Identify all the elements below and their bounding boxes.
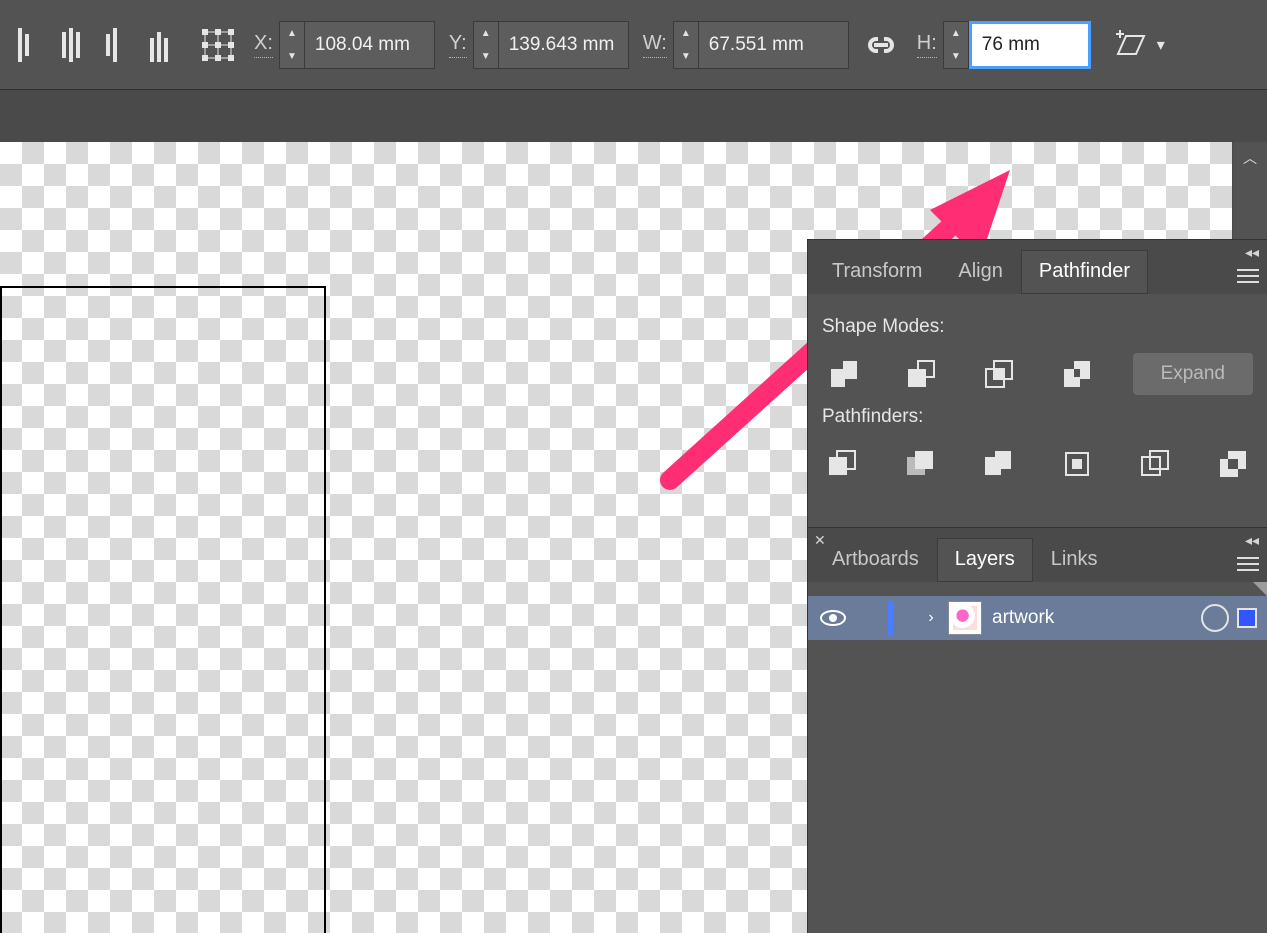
target-icon[interactable] <box>1201 604 1229 632</box>
shear-icon[interactable] <box>1109 23 1153 67</box>
x-input[interactable] <box>305 21 435 69</box>
divide-icon[interactable] <box>822 442 862 486</box>
reference-point-group <box>196 15 240 75</box>
tab-pathfinder[interactable]: Pathfinder <box>1021 250 1148 294</box>
panel-collapse-icon[interactable]: ◂◂ <box>1245 532 1259 549</box>
h-label: H: <box>917 32 937 58</box>
h-input[interactable] <box>969 21 1091 69</box>
artboard-outline <box>0 286 326 933</box>
layers-tabs: Artboards Layers Links <box>808 528 1267 582</box>
outline-icon[interactable] <box>1135 442 1175 486</box>
align-group <box>8 15 184 75</box>
panel-collapse-icon[interactable]: ◂◂ <box>1245 244 1259 261</box>
layer-color-chip[interactable] <box>1237 608 1257 628</box>
panel-close-icon[interactable]: ✕ <box>814 532 826 549</box>
panel-menu-icon[interactable] <box>1229 260 1267 294</box>
x-label: X: <box>254 32 273 58</box>
h-stepper[interactable]: ▲▼ <box>943 21 969 69</box>
disclosure-chevron-icon[interactable]: › <box>914 609 948 627</box>
x-field: ▲▼ <box>279 21 435 69</box>
w-stepper[interactable]: ▲▼ <box>673 21 699 69</box>
pathfinders-label: Pathfinders: <box>822 406 1253 428</box>
y-stepper[interactable]: ▲▼ <box>473 21 499 69</box>
crop-icon[interactable] <box>1057 442 1097 486</box>
merge-icon[interactable] <box>978 442 1018 486</box>
pathfinder-panel: ◂◂ Transform Align Pathfinder Shape Mode… <box>808 240 1267 530</box>
tab-links[interactable]: Links <box>1033 538 1116 582</box>
tab-align[interactable]: Align <box>940 250 1020 294</box>
constrain-proportions-icon[interactable] <box>859 23 903 67</box>
selection-indicator <box>888 596 914 640</box>
align-left-icon[interactable] <box>8 23 52 67</box>
visibility-toggle-icon[interactable] <box>808 609 858 627</box>
reference-point-selector[interactable] <box>196 23 240 67</box>
top-toolbar: X: ▲▼ Y: ▲▼ W: ▲▼ H: ▲▼ ▾ <box>0 0 1267 90</box>
tab-layers[interactable]: Layers <box>937 538 1033 582</box>
shape-modes-label: Shape Modes: <box>822 316 1253 338</box>
expand-panels-icon[interactable]: ︿ <box>1233 148 1267 168</box>
layer-row[interactable]: › artwork <box>808 596 1267 640</box>
intersect-icon[interactable] <box>977 352 1021 396</box>
panel-menu-icon[interactable] <box>1229 548 1267 582</box>
minus-front-icon[interactable] <box>900 352 944 396</box>
w-field: ▲▼ <box>673 21 849 69</box>
y-input[interactable] <box>499 21 629 69</box>
align-vertical-center-icon[interactable] <box>52 23 96 67</box>
exclude-icon[interactable] <box>1055 352 1099 396</box>
layer-thumbnail <box>948 601 982 635</box>
minus-back-icon[interactable] <box>1213 442 1253 486</box>
align-bottom-icon[interactable] <box>140 23 184 67</box>
y-label: Y: <box>449 32 467 58</box>
align-right-icon[interactable] <box>96 23 140 67</box>
layers-panel: ✕ ◂◂ Artboards Layers Links › artwork <box>808 528 1267 933</box>
shear-dropdown-icon[interactable]: ▾ <box>1157 35 1165 55</box>
trim-icon[interactable] <box>900 442 940 486</box>
w-label: W: <box>643 32 667 58</box>
w-input[interactable] <box>699 21 849 69</box>
workspace: ︿ ◂◂ Transform Align Pathfinder Shape Mo… <box>0 90 1267 933</box>
layer-name[interactable]: artwork <box>992 607 1201 629</box>
expand-button[interactable]: Expand <box>1133 353 1253 395</box>
pathfinder-tabs: Transform Align Pathfinder <box>808 240 1267 294</box>
y-field: ▲▼ <box>473 21 629 69</box>
unite-icon[interactable] <box>822 352 866 396</box>
h-field: ▲▼ <box>943 21 1091 69</box>
x-stepper[interactable]: ▲▼ <box>279 21 305 69</box>
tab-transform[interactable]: Transform <box>814 250 940 294</box>
tab-artboards[interactable]: Artboards <box>814 538 937 582</box>
panel-corner-fold <box>1253 582 1267 596</box>
